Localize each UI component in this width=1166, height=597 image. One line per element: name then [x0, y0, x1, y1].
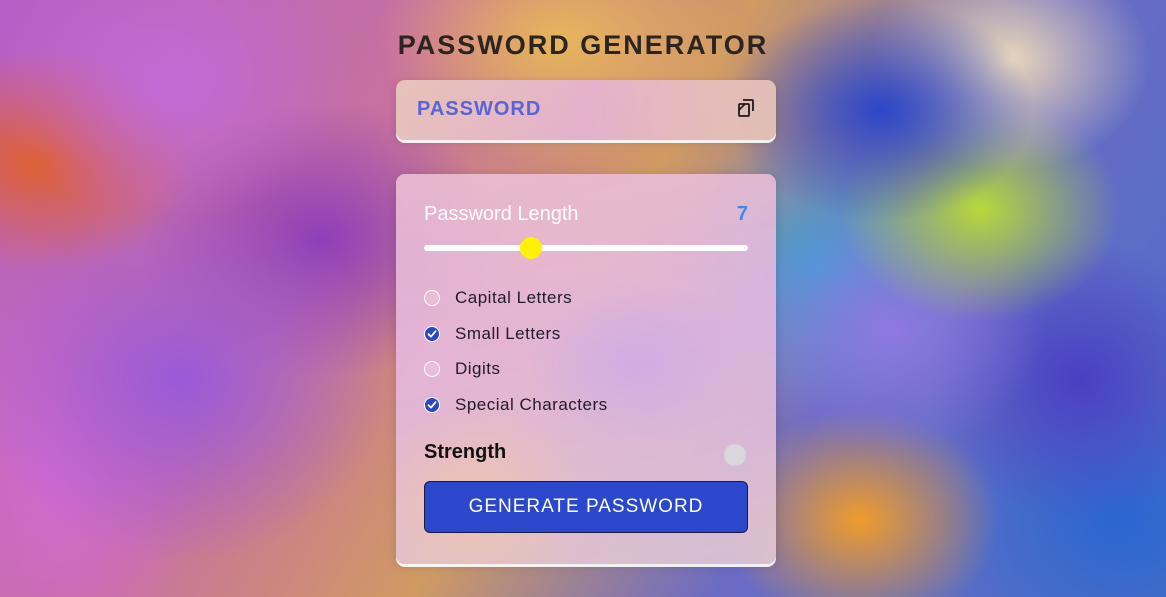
slider-thumb[interactable] [519, 237, 542, 259]
strength-indicator [724, 444, 746, 466]
option-label: Special Characters [455, 395, 608, 414]
password-text: PASSWORD [417, 98, 542, 120]
small-letters-checkbox[interactable] [424, 326, 440, 342]
option-special-characters[interactable]: Special Characters [424, 394, 608, 416]
settings-panel: Password Length 7 Capital Letters Small … [396, 174, 776, 564]
copy-icon[interactable] [734, 96, 758, 120]
option-label: Small Letters [455, 324, 561, 343]
password-display: PASSWORD [396, 80, 776, 140]
strength-label: Strength [424, 441, 507, 463]
option-digits[interactable]: Digits [424, 358, 501, 380]
length-label: Password Length [424, 203, 579, 225]
app-title: PASSWORD GENERATOR [397, 30, 769, 60]
length-value: 7 [736, 203, 748, 225]
generate-password-button[interactable]: GENERATE PASSWORD [424, 481, 748, 533]
capital-letters-checkbox[interactable] [424, 290, 440, 306]
option-small-letters[interactable]: Small Letters [424, 323, 561, 345]
option-label: Capital Letters [455, 288, 573, 307]
digits-checkbox[interactable] [424, 361, 440, 377]
length-slider[interactable] [424, 237, 748, 259]
option-capital-letters[interactable]: Capital Letters [424, 287, 572, 309]
special-characters-checkbox[interactable] [424, 397, 440, 413]
option-label: Digits [455, 359, 501, 378]
